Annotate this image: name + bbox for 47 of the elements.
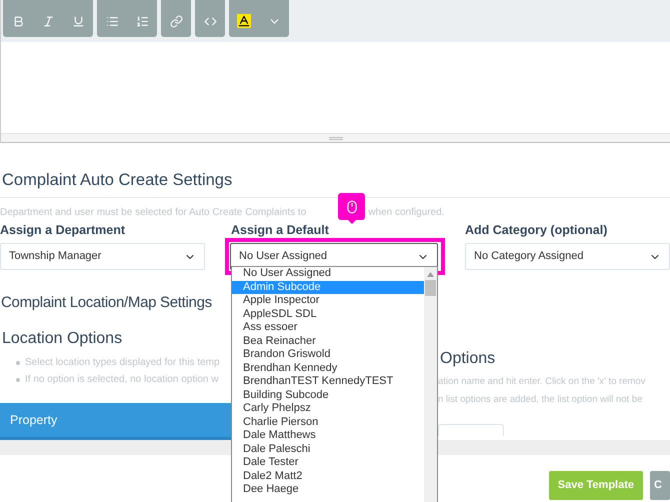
dropdown-option[interactable]: AppleSDL SDL bbox=[232, 308, 424, 321]
highlight-icon bbox=[237, 14, 251, 28]
toolbar-button[interactable] bbox=[235, 14, 253, 28]
dropdown-option[interactable]: Dale2 Matt2 bbox=[232, 470, 424, 483]
bullet-icon bbox=[16, 360, 20, 364]
dropdown-option[interactable]: Building Subcode bbox=[232, 388, 424, 402]
numbered-list-icon bbox=[136, 15, 148, 28]
dropdown-option[interactable]: Bea Reinacher bbox=[232, 334, 424, 348]
dropdown-option[interactable]: Charlie Pierson bbox=[232, 416, 424, 429]
field-label: Assign a Department bbox=[0, 222, 126, 239]
scrollbar[interactable] bbox=[424, 267, 437, 502]
section-title: Complaint Location/Map Settings bbox=[1, 293, 213, 313]
italic-icon bbox=[42, 15, 54, 28]
dropdown-option[interactable]: BrendhanTEST KennedyTEST bbox=[232, 375, 424, 388]
bullet-text: If no option is selected, no location option w bbox=[25, 373, 218, 387]
resize-handle[interactable] bbox=[1, 133, 670, 143]
select-field[interactable]: Township Manager bbox=[0, 243, 205, 270]
underline-icon bbox=[72, 15, 84, 28]
code-icon bbox=[204, 15, 216, 28]
field-label: Assign a Default bbox=[230, 222, 329, 239]
select-field[interactable]: No Category Assigned bbox=[465, 243, 670, 270]
mouse-icon bbox=[344, 200, 358, 214]
help-text: ation name and hit enter. Click on the 'x' to remov bbox=[438, 375, 646, 389]
dropdown-option[interactable]: Dale Tester bbox=[232, 456, 424, 470]
dropdown-option[interactable]: Brendhan Kennedy bbox=[232, 362, 424, 375]
subsection-title: Options bbox=[440, 349, 496, 369]
dropdown-option[interactable]: Dale Matthews bbox=[232, 429, 424, 442]
section-title: Complaint Auto Create Settings bbox=[2, 170, 234, 191]
bullet-text: Select location types displayed for this temp bbox=[25, 356, 220, 370]
subsection-title: Location Options bbox=[2, 329, 124, 349]
hint-text: Department and user must be selected for Auto Create Complaints to bbox=[0, 206, 306, 219]
bold-icon bbox=[12, 15, 24, 28]
help-text: n list options are added, the list option will not be bbox=[438, 393, 644, 408]
dropdown-option[interactable]: Apple Inspector bbox=[232, 294, 424, 308]
dropdown-option[interactable]: No User Assigned bbox=[232, 267, 424, 280]
field-label: Add Category (optional) bbox=[465, 222, 608, 239]
property-label: Property bbox=[10, 412, 58, 429]
bullet-list-icon bbox=[106, 15, 118, 28]
bullet-icon bbox=[16, 378, 20, 382]
dropdown-option[interactable]: Carly Phelpsz bbox=[232, 402, 424, 416]
link-icon bbox=[170, 15, 182, 28]
scroll-up-icon bbox=[427, 272, 434, 277]
scrollbar-thumb[interactable] bbox=[425, 280, 436, 296]
dropdown-option[interactable]: Ass essoer bbox=[232, 321, 424, 334]
dropdown-option[interactable]: Dee Haege bbox=[232, 483, 424, 496]
hint-text: when configured. bbox=[368, 206, 444, 219]
dropdown-option[interactable]: Brandon Griswold bbox=[232, 348, 424, 362]
